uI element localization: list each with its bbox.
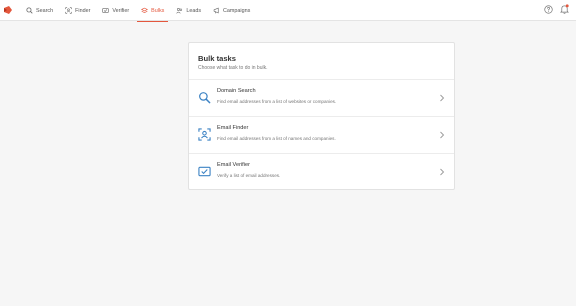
- card-title: Bulk tasks: [198, 54, 236, 63]
- nav-item-label: Bulks: [151, 7, 165, 14]
- nav-item-label: Verifier: [112, 7, 130, 14]
- domain-search-icon: [199, 92, 211, 104]
- task-title: Domain Search: [217, 88, 256, 94]
- chevron-right-icon: [440, 131, 445, 139]
- logo-icon[interactable]: [3, 5, 13, 15]
- leads-icon: [176, 8, 183, 14]
- task-description: Find email addresses from a list of name…: [217, 136, 336, 141]
- nav-item-label: Finder: [75, 7, 91, 14]
- nav-item-label: Campaigns: [223, 7, 251, 14]
- task-row-email-finder[interactable]: Email Finder Find email addresses from a…: [189, 116, 454, 153]
- nav-item-label: Search: [36, 7, 54, 14]
- task-row-email-verifier[interactable]: Email Verifier Verify a list of email ad…: [189, 153, 454, 190]
- main-nav: Search Finder Verifier Bulks Leads Campa…: [22, 0, 258, 22]
- nav-item-campaigns[interactable]: Campaigns: [209, 0, 254, 21]
- chevron-right-icon: [440, 168, 445, 176]
- notification-bell-icon[interactable]: [560, 4, 569, 14]
- nav-item-finder[interactable]: Finder: [61, 0, 94, 21]
- task-title: Email Finder: [217, 125, 249, 131]
- campaigns-icon: [213, 7, 219, 14]
- nav-item-label: Leads: [186, 7, 202, 14]
- chevron-right-icon: [440, 94, 445, 102]
- top-navigation-bar: Search Finder Verifier Bulks Leads Campa…: [0, 0, 576, 22]
- nav-item-search[interactable]: Search: [22, 0, 57, 21]
- help-icon[interactable]: [544, 5, 553, 14]
- nav-item-bulks[interactable]: Bulks: [137, 0, 169, 22]
- verifier-icon: [102, 8, 109, 13]
- task-title: Email Verifier: [217, 162, 250, 168]
- card-subtitle: Choose what task to do in bulk.: [198, 65, 268, 71]
- bulk-tasks-card: Bulk tasks Choose what task to do in bul…: [188, 42, 455, 190]
- nav-item-verifier[interactable]: Verifier: [98, 0, 133, 21]
- bulks-icon: [141, 7, 149, 13]
- finder-icon: [65, 7, 72, 14]
- email-verifier-icon: [198, 166, 211, 177]
- search-icon: [26, 7, 33, 14]
- task-row-domain-search[interactable]: Domain Search Find email addresses from …: [189, 79, 454, 116]
- email-finder-icon: [198, 128, 211, 141]
- task-description: Verify a list of email addresses.: [217, 173, 281, 178]
- nav-item-leads[interactable]: Leads: [172, 0, 205, 21]
- task-description: Find email addresses from a list of webs…: [217, 99, 337, 104]
